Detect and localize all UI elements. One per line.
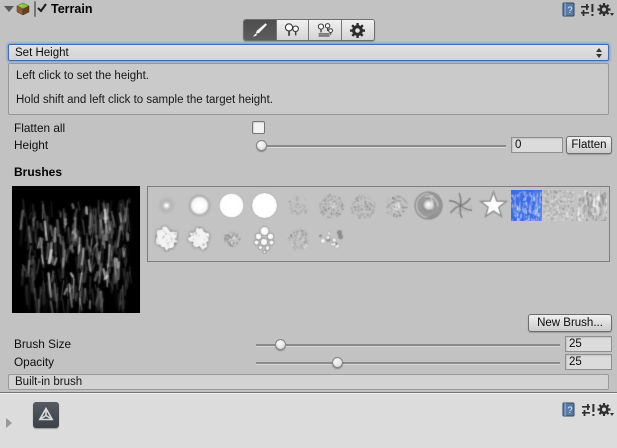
brush-size-slider-track[interactable] [256,344,560,346]
brush-speck-cluster-thumbnail [281,223,313,254]
brush-sparse-dots-thumbnail [314,223,346,254]
settings-gear-icon[interactable] [597,403,614,418]
help-line-2: Hold shift and left click to sample the … [16,94,273,106]
brush-round-speckle[interactable] [347,190,379,221]
presets-icon[interactable] [581,403,597,418]
brush-dense-speckle-thumbnail [314,190,346,221]
brush-splat-scatter[interactable] [379,190,411,221]
paintbrush-icon [252,23,267,37]
flatten-all-label: Flatten all [14,121,66,135]
builtin-brush-label: Built-in brush [15,376,83,388]
brush-dense-speckle[interactable] [314,190,346,221]
brush-speck-cluster[interactable] [281,223,313,254]
brush-soft-circle-small[interactable] [151,190,182,221]
brush-rough-texture[interactable] [543,190,575,221]
component-enabled-checkbox[interactable] [34,1,47,17]
brush-soft-circle-small-thumbnail [151,190,182,221]
brushes-section-label: Brushes [14,165,63,179]
height-slider-thumb[interactable] [256,140,267,151]
help-book-icon[interactable]: ? [561,402,577,417]
svg-text:?: ? [567,5,572,15]
brush-splat-scatter-thumbnail [379,190,411,221]
opacity-slider-track[interactable] [256,362,560,364]
brush-noise-texture-selected-thumbnail [510,190,542,221]
foldout-arrow-icon[interactable] [4,6,14,12]
opacity-slider-thumb[interactable] [332,357,343,368]
paint-terrain-tool-button[interactable] [244,20,277,40]
brush-sparse-dots[interactable] [314,223,346,254]
brush-palette [147,186,610,262]
brush-streak-texture[interactable] [576,190,608,221]
terrain-component-icon [15,1,31,20]
height-value-field[interactable]: 0 [511,137,563,153]
brush-rough-blob-2[interactable] [183,223,215,254]
brush-rough-blob-thumbnail [151,223,182,254]
help-book-icon[interactable]: ? [561,2,577,17]
trees-icon [285,23,300,36]
brush-asterisk-splat[interactable] [445,190,477,221]
brush-rough-blob[interactable] [151,223,182,254]
brush-soft-circle[interactable] [183,190,215,221]
brush-circle-soft-edge-thumbnail [216,190,248,221]
component-title: Terrain [51,2,93,16]
flatten-button[interactable]: Flatten [566,136,612,154]
brush-sparse-noise[interactable] [281,190,313,221]
component-header: Terrain ? [0,0,617,18]
help-line-1: Left click to set the height. [16,70,149,82]
opacity-label: Opacity [14,355,54,369]
brush-size-slider-thumb[interactable] [275,339,286,350]
brush-star-outline[interactable] [478,190,509,221]
height-slider-track[interactable] [256,145,506,147]
presets-icon[interactable] [580,3,596,18]
brush-small-scatter[interactable] [216,223,248,254]
unity-logo-icon [33,402,59,428]
settings-gear-icon[interactable] [597,3,614,18]
brush-hard-circle[interactable] [249,190,281,221]
new-brush-button[interactable]: New Brush... [528,314,612,332]
brush-rough-texture-thumbnail [543,190,575,221]
paint-details-tool-button[interactable] [309,20,342,40]
terrain-tool-toolbar [243,19,375,41]
brush-hard-circle-thumbnail [249,190,281,221]
brush-circle-soft-edge[interactable] [216,190,248,221]
brush-small-scatter-thumbnail [216,223,248,254]
brush-swirl-cloud-thumbnail [412,190,444,221]
asset-footer: ? [0,393,617,448]
details-grass-icon [317,23,333,37]
opacity-value-field[interactable]: 25 [565,354,612,370]
brush-rough-blob-2-thumbnail [183,223,215,254]
popup-arrows-icon [596,48,602,58]
brush-soft-circle-thumbnail [183,190,215,221]
brush-bubble-cluster[interactable] [249,223,281,254]
terrain-settings-tool-button[interactable] [341,20,374,40]
brush-swirl-cloud[interactable] [412,190,444,221]
brush-asterisk-splat-thumbnail [445,190,477,221]
footer-foldout-arrow-icon[interactable] [6,418,12,428]
paint-tool-dropdown[interactable]: Set Height [8,44,609,61]
brush-round-speckle-thumbnail [347,190,379,221]
brush-size-label: Brush Size [14,337,72,351]
paint-tool-dropdown-value: Set Height [15,46,69,59]
height-slider[interactable] [256,140,506,152]
brush-streak-texture-thumbnail [576,190,608,221]
paint-trees-tool-button[interactable] [276,20,309,40]
brush-sparse-noise-thumbnail [281,190,313,221]
terrain-inspector: Terrain ? Set Height Left click to set t… [0,0,617,448]
brush-size-value-field[interactable]: 25 [565,336,612,352]
brush-noise-texture-selected[interactable] [510,190,542,221]
svg-text:?: ? [567,405,572,415]
brush-size-slider[interactable] [256,339,560,351]
brush-bubble-cluster-thumbnail [249,223,281,254]
flatten-all-checkbox[interactable] [252,121,265,134]
gear-icon [350,22,366,38]
brush-preview-image [12,186,140,313]
brush-star-outline-thumbnail [478,190,509,221]
help-box: Left click to set the height. Hold shift… [8,63,609,115]
opacity-slider[interactable] [256,357,560,369]
builtin-brush-box: Built-in brush [8,374,609,390]
height-label: Height [14,138,49,152]
